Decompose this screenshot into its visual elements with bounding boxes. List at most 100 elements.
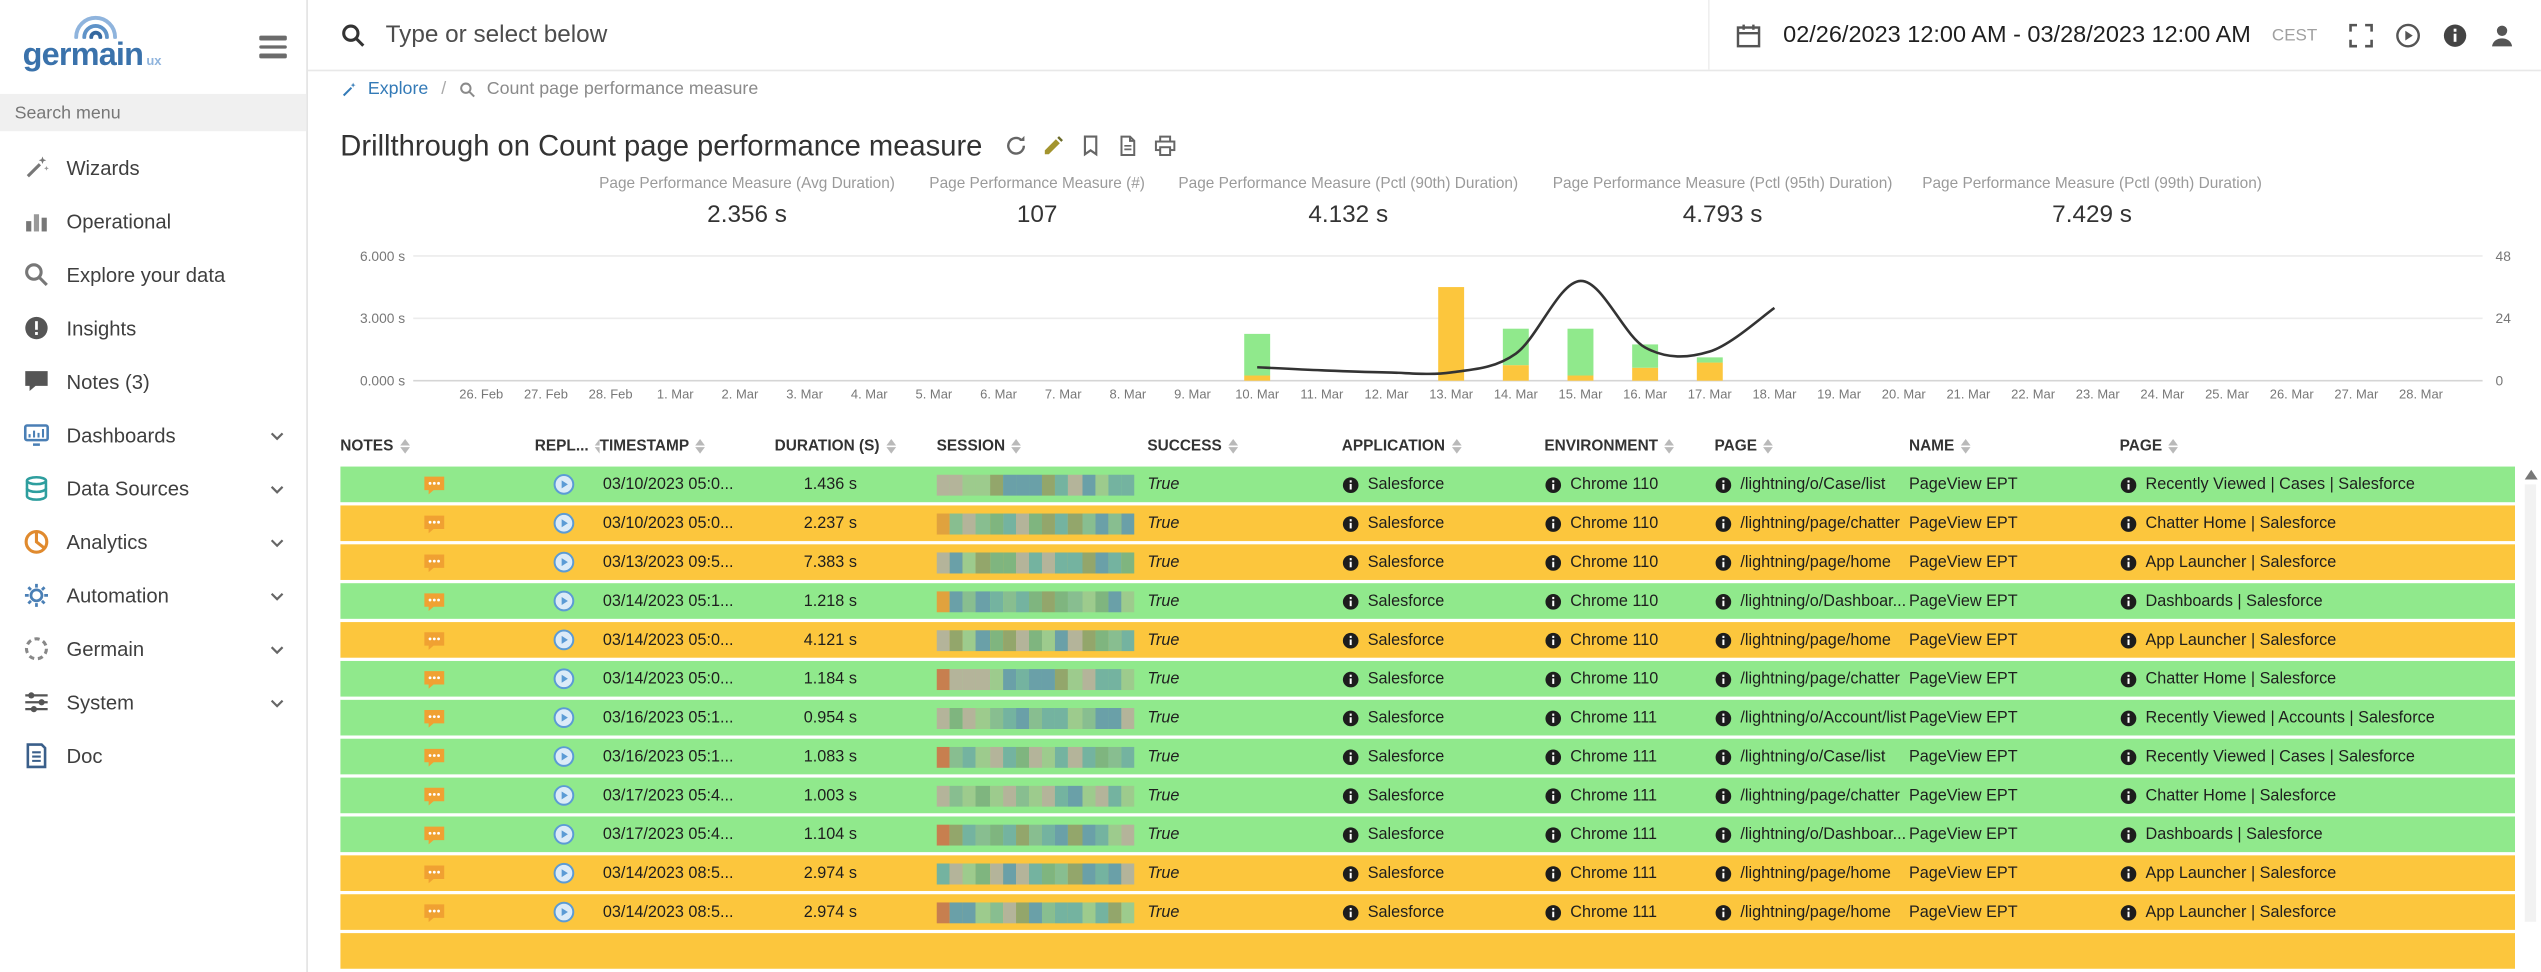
table-row[interactable]: 03/17/2023 05:4...1.104 sTrueSalesforceC…: [340, 816, 2515, 852]
table-row[interactable]: 03/14/2023 08:5...2.974 sTrueSalesforceC…: [340, 894, 2515, 930]
table-row[interactable]: 03/14/2023 08:5...2.974 sTrueSalesforceC…: [340, 855, 2515, 891]
table-row[interactable]: 03/14/2023 05:0...4.121 sTrueSalesforceC…: [340, 622, 2515, 658]
column-header-application[interactable]: APPLICATION: [1342, 437, 1545, 455]
info-icon[interactable]: [1544, 670, 1562, 688]
session-thumbnail[interactable]: [937, 629, 1135, 650]
info-icon[interactable]: [1342, 670, 1360, 688]
column-header-name[interactable]: NAME: [1909, 437, 2120, 455]
note-comment-icon[interactable]: [423, 785, 446, 806]
info-icon[interactable]: [1342, 864, 1360, 882]
column-header-notes[interactable]: NOTES: [340, 437, 534, 455]
note-comment-icon[interactable]: [423, 552, 446, 573]
info-icon[interactable]: [1544, 903, 1562, 921]
table-row[interactable]: 03/17/2023 05:4...1.003 sTrueSalesforceC…: [340, 778, 2515, 814]
info-icon[interactable]: [2120, 631, 2138, 649]
table-row[interactable]: 03/10/2023 05:0...2.237 sTrueSalesforceC…: [340, 505, 2515, 541]
column-header-page-2[interactable]: PAGE: [2120, 437, 2515, 455]
note-comment-icon[interactable]: [423, 590, 446, 611]
sidebar-item-germain[interactable]: Germain: [0, 622, 306, 675]
info-icon[interactable]: [1714, 514, 1732, 532]
column-header-repl[interactable]: REPL...: [535, 437, 600, 455]
note-comment-icon[interactable]: [423, 863, 446, 884]
info-icon[interactable]: [2120, 514, 2138, 532]
info-icon[interactable]: [1714, 825, 1732, 843]
sort-icon[interactable]: [1665, 438, 1675, 453]
replay-play-icon[interactable]: [553, 745, 576, 768]
info-icon[interactable]: [1342, 631, 1360, 649]
note-comment-icon[interactable]: [423, 746, 446, 767]
replay-play-icon[interactable]: [553, 862, 576, 885]
info-icon[interactable]: [1342, 514, 1360, 532]
sidebar-item-explore-your-data[interactable]: Explore your data: [0, 248, 306, 301]
global-search-input[interactable]: [386, 21, 1709, 49]
session-thumbnail[interactable]: [937, 513, 1135, 534]
replay-play-icon[interactable]: [553, 784, 576, 807]
germain-logo[interactable]: germainux: [23, 13, 162, 73]
sort-icon[interactable]: [886, 438, 896, 453]
hamburger-menu-icon[interactable]: [259, 36, 287, 58]
sort-icon[interactable]: [1763, 438, 1773, 453]
replay-play-icon[interactable]: [553, 551, 576, 574]
date-range-picker[interactable]: 02/26/2023 12:00 AM - 03/28/2023 12:00 A…: [1783, 22, 2251, 48]
info-icon[interactable]: [1714, 864, 1732, 882]
info-icon[interactable]: [1544, 592, 1562, 610]
info-icon[interactable]: [2120, 903, 2138, 921]
session-thumbnail[interactable]: [937, 707, 1135, 728]
column-header-environment[interactable]: ENVIRONMENT: [1544, 437, 1714, 455]
info-icon[interactable]: [1544, 825, 1562, 843]
info-icon[interactable]: [1714, 670, 1732, 688]
sidebar-item-doc[interactable]: Doc: [0, 729, 306, 782]
table-row[interactable]: 03/13/2023 09:5...7.383 sTrueSalesforceC…: [340, 544, 2515, 580]
table-row[interactable]: 03/16/2023 05:1...0.954 sTrueSalesforceC…: [340, 700, 2515, 736]
sidebar-item-system[interactable]: System: [0, 676, 306, 729]
sidebar-item-data-sources[interactable]: Data Sources: [0, 462, 306, 515]
replay-play-icon[interactable]: [553, 473, 576, 496]
column-header-page[interactable]: PAGE: [1714, 437, 1908, 455]
info-icon[interactable]: [1714, 748, 1732, 766]
info-icon[interactable]: [1714, 475, 1732, 493]
info-icon[interactable]: [2120, 670, 2138, 688]
table-row[interactable]: 03/14/2023 05:1...1.218 sTrueSalesforceC…: [340, 583, 2515, 619]
sort-icon[interactable]: [400, 438, 410, 453]
performance-timeseries-chart[interactable]: 0.000 s3.000 s6.000 s0244826. Feb27. Feb…: [340, 243, 2515, 415]
sort-icon[interactable]: [1961, 438, 1971, 453]
info-icon[interactable]: [1544, 631, 1562, 649]
export-file-button[interactable]: [1117, 134, 1140, 157]
table-row[interactable]: 03/16/2023 05:1...1.083 sTrueSalesforceC…: [340, 739, 2515, 775]
info-icon[interactable]: [2120, 475, 2138, 493]
info-icon[interactable]: [1342, 475, 1360, 493]
info-icon[interactable]: [1544, 709, 1562, 727]
print-button[interactable]: [1154, 134, 1177, 157]
column-header-session[interactable]: SESSION: [937, 437, 1148, 455]
replay-play-icon[interactable]: [553, 590, 576, 613]
replay-play-icon[interactable]: [553, 629, 576, 652]
scrollbar-track[interactable]: [2525, 484, 2536, 921]
replay-play-icon[interactable]: [553, 667, 576, 690]
note-comment-icon[interactable]: [423, 629, 446, 650]
play-circle-icon[interactable]: [2395, 22, 2421, 48]
breadcrumb-explore-link[interactable]: Explore: [368, 79, 428, 98]
info-icon[interactable]: [1544, 748, 1562, 766]
sort-icon[interactable]: [1012, 438, 1022, 453]
scroll-up-icon[interactable]: [2524, 470, 2537, 480]
column-header-timestamp[interactable]: TIMESTAMP: [600, 437, 775, 455]
session-thumbnail[interactable]: [937, 590, 1135, 611]
column-header-success[interactable]: SUCCESS: [1147, 437, 1341, 455]
edit-pencil-button[interactable]: [1042, 134, 1065, 157]
info-icon[interactable]: [1544, 514, 1562, 532]
fullscreen-icon[interactable]: [2348, 22, 2374, 48]
column-header-duration-s[interactable]: DURATION (S): [775, 437, 937, 455]
info-icon[interactable]: [1342, 748, 1360, 766]
note-comment-icon[interactable]: [423, 824, 446, 845]
info-icon[interactable]: [1544, 864, 1562, 882]
info-icon[interactable]: [1544, 475, 1562, 493]
note-comment-icon[interactable]: [423, 668, 446, 689]
info-icon[interactable]: [2120, 592, 2138, 610]
replay-play-icon[interactable]: [553, 706, 576, 729]
note-comment-icon[interactable]: [423, 513, 446, 534]
info-icon[interactable]: [1714, 709, 1732, 727]
info-icon[interactable]: [1714, 592, 1732, 610]
info-icon[interactable]: [1342, 903, 1360, 921]
info-icon[interactable]: [1342, 787, 1360, 805]
table-row[interactable]: 03/14/2023 05:0...1.184 sTrueSalesforceC…: [340, 661, 2515, 697]
